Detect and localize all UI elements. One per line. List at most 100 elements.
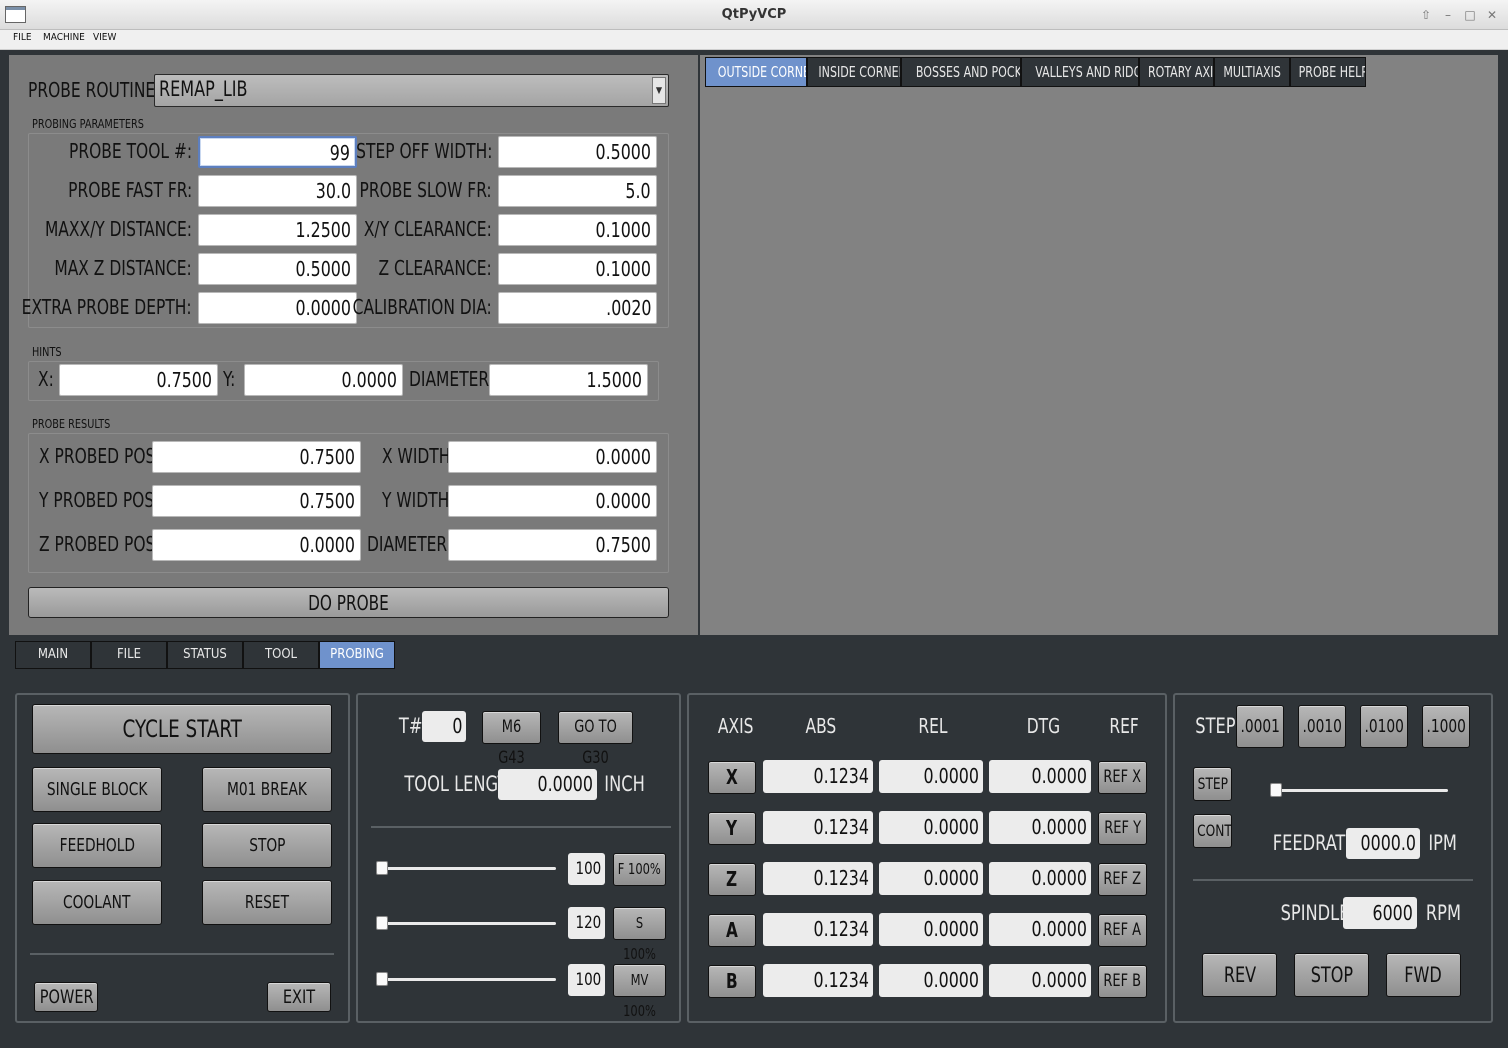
maximize-icon[interactable]: □ [1462, 7, 1478, 23]
step-0001-button[interactable]: .0001 [1236, 705, 1284, 748]
extra-probe-depth-input[interactable]: 0.0000 [198, 292, 357, 324]
feed-override-slider-handle[interactable] [376, 861, 388, 875]
feed-override-slider[interactable] [376, 867, 556, 870]
tab-main[interactable]: MAIN [15, 641, 91, 669]
probe-fast-fr-input[interactable]: 30.0 [198, 175, 357, 207]
close-icon[interactable]: ✕ [1484, 7, 1500, 23]
feed-override-value: 100 [568, 853, 605, 885]
step-0010-button[interactable]: .0010 [1298, 705, 1346, 748]
m01-break-button[interactable]: M01 BREAK [202, 767, 332, 812]
a-abs-field: 0.1234 [763, 913, 873, 946]
hint-x-label: X: [38, 367, 54, 391]
tab-probing[interactable]: PROBING [319, 641, 395, 669]
axis-b-button[interactable]: B [708, 965, 756, 998]
hint-diameter-input[interactable]: 1.5000 [489, 364, 648, 396]
tab-inside-corners[interactable]: INSIDE CORNERS [807, 57, 901, 87]
probe-results-title: PROBE RESULTS [32, 417, 111, 431]
tab-outside-corners[interactable]: OUTSIDE CORNERS [705, 57, 807, 87]
tab-multiaxis[interactable]: MULTIAXIS [1214, 57, 1290, 87]
dro-header-ref: REF [1109, 714, 1139, 738]
step-0100-button[interactable]: .0100 [1360, 705, 1408, 748]
param-label: MAXX/Y DISTANCE: [44, 217, 192, 241]
chevron-down-icon[interactable]: ▼ [652, 77, 666, 104]
menu-file[interactable]: FILE [13, 32, 32, 43]
hint-x-input[interactable]: 0.7500 [59, 364, 218, 396]
param-label: PROBE TOOL #: [68, 139, 192, 163]
step-off-width-input[interactable]: 0.5000 [498, 136, 657, 168]
probe-slow-fr-input[interactable]: 5.0 [498, 175, 657, 207]
tab-tool[interactable]: TOOL [243, 641, 319, 669]
param-label: EXTRA PROBE DEPTH: [22, 295, 192, 319]
step-mode-button[interactable]: STEP [1193, 767, 1232, 801]
go-to-g30-button[interactable]: GO TO G30 [558, 711, 633, 768]
ref-b-button[interactable]: REF B [1098, 965, 1147, 998]
probe-tool-number-input[interactable]: 99 [198, 136, 357, 168]
spindle-rev-button[interactable]: REV [1202, 953, 1277, 997]
spindle-override-reset-button[interactable]: S 100% [613, 907, 666, 963]
spindle-speed-input[interactable]: 6000 [1343, 897, 1417, 929]
param-label: PROBE FAST FR: [67, 178, 192, 202]
step-1000-button[interactable]: .1000 [1422, 705, 1470, 748]
ref-y-button[interactable]: REF Y [1098, 812, 1147, 845]
tool-length-unit: INCH [604, 772, 645, 796]
spindle-override-slider[interactable] [376, 922, 556, 925]
cycle-start-button[interactable]: CYCLE START [32, 704, 332, 754]
jog-speed-slider[interactable] [1270, 789, 1448, 792]
ref-z-button[interactable]: REF Z [1098, 863, 1147, 896]
axis-y-button[interactable]: Y [708, 812, 756, 845]
do-probe-button[interactable]: DO PROBE [28, 587, 669, 618]
max-velocity-slider[interactable] [376, 978, 556, 981]
z-probed-pos-field: 0.0000 [152, 529, 361, 561]
menu-machine[interactable]: MACHINE [43, 32, 85, 43]
spindle-fwd-button[interactable]: FWD [1386, 953, 1461, 997]
tab-rotary-axis[interactable]: ROTARY AXIS [1139, 57, 1214, 87]
exit-button[interactable]: EXIT [267, 982, 331, 1012]
param-label: STEP OFF WIDTH: [355, 139, 492, 163]
xy-clearance-input[interactable]: 0.1000 [498, 214, 657, 246]
tab-status[interactable]: STATUS [167, 641, 243, 669]
jog-speed-slider-handle[interactable] [1270, 783, 1282, 797]
menu-view[interactable]: VIEW [93, 32, 116, 43]
stop-button[interactable]: STOP [202, 823, 332, 868]
ref-a-button[interactable]: REF A [1098, 914, 1147, 947]
single-block-button[interactable]: SINGLE BLOCK [32, 767, 162, 812]
probe-routine-value: REMAP_LIB [159, 77, 248, 101]
max-velocity-slider-handle[interactable] [376, 972, 388, 986]
m6-g43-button[interactable]: M6 G43 [482, 711, 541, 768]
hint-diameter-label: DIAMETER [409, 367, 490, 391]
z-clearance-input[interactable]: 0.1000 [498, 253, 657, 285]
result-label: X PROBED POS: [39, 444, 161, 468]
a-dtg-field: 0.0000 [989, 913, 1091, 946]
axis-a-button[interactable]: A [708, 914, 756, 947]
max-velocity-reset-button[interactable]: MV 100% [613, 964, 666, 1020]
power-button[interactable]: POWER [34, 982, 98, 1012]
axis-z-button[interactable]: Z [708, 863, 756, 896]
hint-y-input[interactable]: 0.0000 [244, 364, 403, 396]
step-label: STEP [1195, 714, 1236, 738]
a-rel-field: 0.0000 [879, 913, 983, 946]
param-label: Z CLEARANCE: [378, 256, 492, 280]
calibration-dia-input[interactable]: .0020 [498, 292, 657, 324]
minimize-icon[interactable]: – [1440, 7, 1456, 23]
y-dtg-field: 0.0000 [989, 811, 1091, 844]
reset-button[interactable]: RESET [202, 880, 332, 925]
coolant-button[interactable]: COOLANT [32, 880, 162, 925]
tab-valleys-and-ridges[interactable]: VALLEYS AND RIDGES [1021, 57, 1139, 87]
max-xy-distance-input[interactable]: 1.2500 [198, 214, 357, 246]
spindle-override-value: 120 [568, 907, 605, 939]
tab-probe-help[interactable]: PROBE HELP [1290, 57, 1366, 87]
max-z-distance-input[interactable]: 0.5000 [198, 253, 357, 285]
feedhold-button[interactable]: FEEDHOLD [32, 823, 162, 868]
continuous-mode-button[interactable]: CONT [1193, 814, 1232, 848]
feed-override-reset-button[interactable]: F 100% [613, 853, 666, 886]
x-dtg-field: 0.0000 [989, 760, 1091, 793]
tab-bosses-and-pockets[interactable]: BOSSES AND POCKETS [901, 57, 1021, 87]
spindle-stop-button[interactable]: STOP [1294, 953, 1369, 997]
probe-routine-select[interactable]: REMAP_LIB ▼ [154, 74, 669, 107]
tool-number-input[interactable]: 0 [422, 711, 466, 742]
shade-icon[interactable]: ⇧ [1418, 7, 1434, 23]
axis-x-button[interactable]: X [708, 761, 756, 794]
ref-x-button[interactable]: REF X [1098, 761, 1147, 794]
spindle-override-slider-handle[interactable] [376, 916, 388, 930]
tab-file[interactable]: FILE [91, 641, 167, 669]
